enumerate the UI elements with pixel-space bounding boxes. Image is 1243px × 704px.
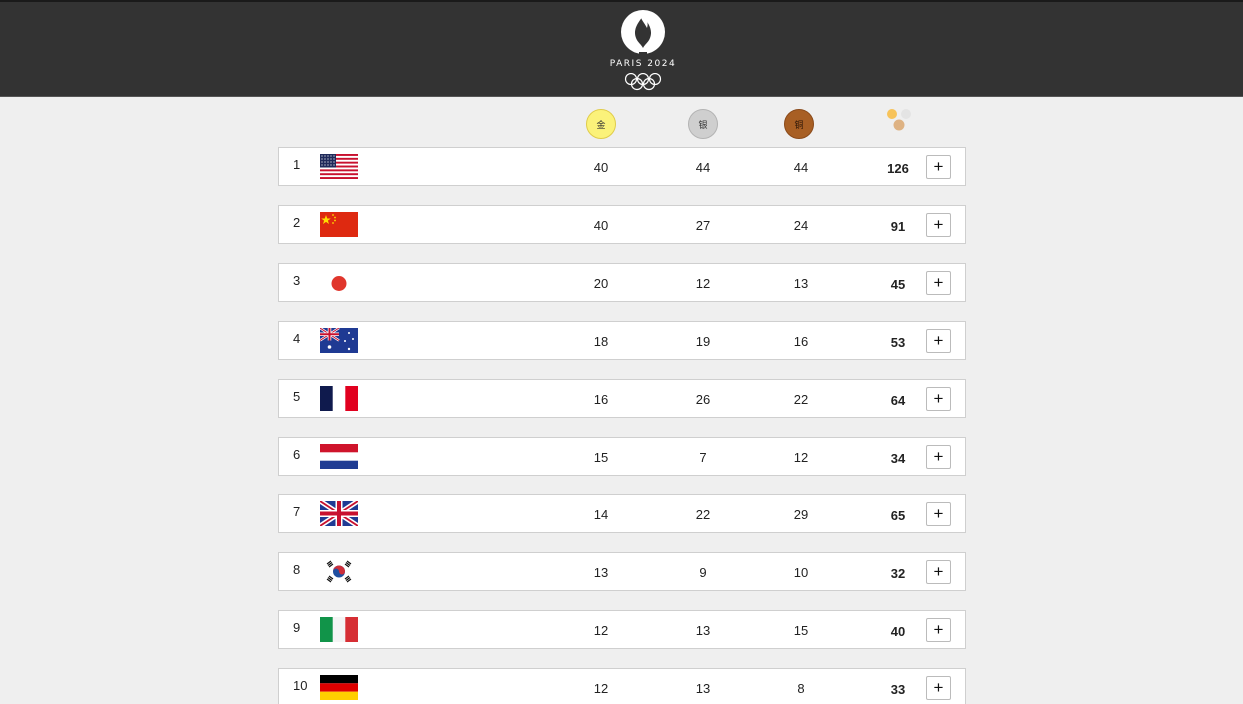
- silver-count: 26: [695, 392, 711, 407]
- gold-count: 12: [593, 681, 609, 696]
- total-count: 126: [887, 161, 909, 176]
- rank: 7: [293, 504, 301, 519]
- rank: 1: [293, 157, 301, 172]
- great-britain-flag-icon: [320, 501, 358, 526]
- medal-table-row: 5 16 26 22 64 +: [278, 379, 966, 418]
- bronze-count: 12: [793, 450, 809, 465]
- gold-count: 18: [593, 334, 609, 349]
- rank: 4: [293, 331, 301, 346]
- medal-table-row: 4 18 19 16 53 +: [278, 321, 966, 360]
- total-medals-icon: [887, 109, 911, 131]
- rank: 6: [293, 447, 301, 462]
- silver-medal-column-header: 银: [688, 109, 718, 139]
- gold-count: 40: [593, 218, 609, 233]
- south-korea-flag-icon: [320, 559, 358, 584]
- bronze-medal-column-header: 铜: [784, 109, 814, 139]
- silver-count: 19: [695, 334, 711, 349]
- expand-row-button[interactable]: +: [926, 502, 951, 526]
- gold-count: 13: [593, 565, 609, 580]
- silver-count: 22: [695, 507, 711, 522]
- expand-row-button[interactable]: +: [926, 329, 951, 353]
- netherlands-flag-icon: [320, 444, 358, 469]
- rank: 2: [293, 215, 301, 230]
- bronze-count: 10: [793, 565, 809, 580]
- gold-medal-column-header: 金: [586, 109, 616, 139]
- rank: 8: [293, 562, 301, 577]
- total-count: 32: [890, 566, 906, 581]
- australia-flag-icon: [320, 328, 358, 353]
- bronze-count: 24: [793, 218, 809, 233]
- expand-row-button[interactable]: +: [926, 155, 951, 179]
- bronze-count: 29: [793, 507, 809, 522]
- gold-count: 20: [593, 276, 609, 291]
- expand-row-button[interactable]: +: [926, 618, 951, 642]
- medal-table-row: 10 12 13 8 33 +: [278, 668, 966, 704]
- medal-table-row: 7 14 22 29 65 +: [278, 494, 966, 533]
- silver-count: 12: [695, 276, 711, 291]
- flame-icon: [621, 10, 665, 55]
- logo-text: PARIS 2024: [609, 59, 677, 69]
- bronze-count: 44: [793, 160, 809, 175]
- gold-count: 14: [593, 507, 609, 522]
- gold-count: 40: [593, 160, 609, 175]
- medal-table-row: 3 20 12 13 45 +: [278, 263, 966, 302]
- expand-row-button[interactable]: +: [926, 445, 951, 469]
- bronze-count: 15: [793, 623, 809, 638]
- gold-count: 16: [593, 392, 609, 407]
- total-count: 40: [890, 624, 906, 639]
- total-count: 64: [890, 393, 906, 408]
- paris-2024-logo[interactable]: PARIS 2024: [603, 8, 683, 96]
- total-count: 33: [890, 682, 906, 697]
- silver-count: 9: [699, 565, 707, 580]
- total-count: 91: [890, 219, 906, 234]
- rank: 10: [293, 678, 308, 693]
- expand-row-button[interactable]: +: [926, 676, 951, 700]
- expand-row-button[interactable]: +: [926, 271, 951, 295]
- expand-row-button[interactable]: +: [926, 560, 951, 584]
- medal-table-row: 8 13 9 10 32 +: [278, 552, 966, 591]
- gold-count: 15: [593, 450, 609, 465]
- expand-row-button[interactable]: +: [926, 387, 951, 411]
- japan-flag-icon: [320, 270, 358, 295]
- medal-table-row: 1 40 44 44 126 +: [278, 147, 966, 186]
- silver-count: 7: [699, 450, 707, 465]
- total-count: 45: [890, 277, 906, 292]
- usa-flag-icon: [320, 154, 358, 179]
- germany-flag-icon: [320, 675, 358, 700]
- silver-count: 27: [695, 218, 711, 233]
- italy-flag-icon: [320, 617, 358, 642]
- total-count: 53: [890, 335, 906, 350]
- total-count: 65: [890, 508, 906, 523]
- china-flag-icon: [320, 212, 358, 237]
- rank: 5: [293, 389, 301, 404]
- medal-table-row: 9 12 13 15 40 +: [278, 610, 966, 649]
- site-header: PARIS 2024: [0, 0, 1243, 97]
- silver-count: 13: [695, 681, 711, 696]
- france-flag-icon: [320, 386, 358, 411]
- total-count: 34: [890, 451, 906, 466]
- bronze-count: 13: [793, 276, 809, 291]
- medal-table-row: 2 40 27 24 91 +: [278, 205, 966, 244]
- silver-count: 44: [695, 160, 711, 175]
- expand-row-button[interactable]: +: [926, 213, 951, 237]
- rank: 9: [293, 620, 301, 635]
- medal-table-row: 6 15 7 12 34 +: [278, 437, 966, 476]
- olympic-rings-icon: [624, 73, 662, 91]
- bronze-count: 16: [793, 334, 809, 349]
- rank: 3: [293, 273, 301, 288]
- silver-count: 13: [695, 623, 711, 638]
- bronze-count: 22: [793, 392, 809, 407]
- gold-count: 12: [593, 623, 609, 638]
- bronze-count: 8: [797, 681, 805, 696]
